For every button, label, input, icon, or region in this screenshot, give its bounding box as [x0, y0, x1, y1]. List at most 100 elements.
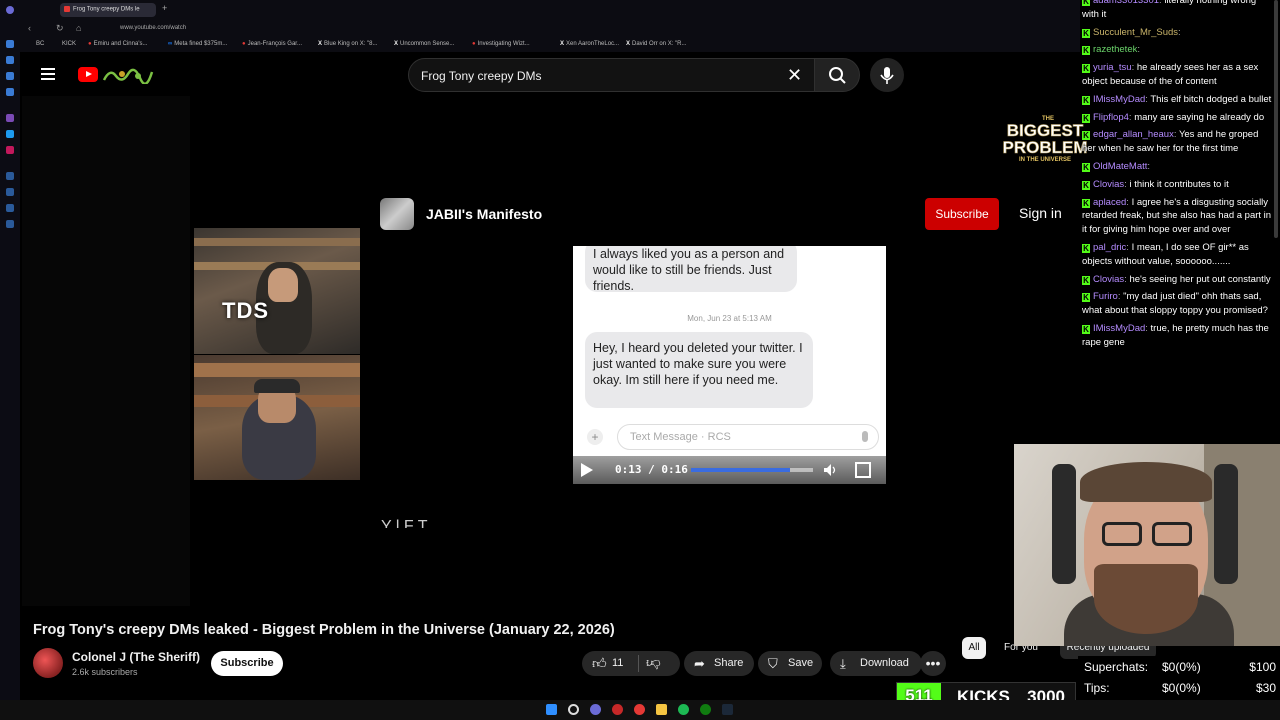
sidebar-app-icon[interactable] — [6, 130, 14, 138]
chat-username[interactable]: edgar_allan_heaux — [1093, 129, 1174, 140]
steam-icon[interactable] — [722, 704, 733, 715]
sidebar-app-icon[interactable] — [6, 220, 14, 228]
chat-username[interactable]: IMissMyDad — [1093, 94, 1145, 105]
chat-username[interactable]: Clovias — [1093, 274, 1124, 285]
app-icon[interactable] — [634, 704, 645, 715]
sidebar-app-icon[interactable] — [6, 56, 14, 64]
channel-avatar[interactable] — [33, 648, 63, 678]
kick-badge-icon: K — [1082, 275, 1090, 285]
tab-active[interactable]: Frog Tony creepy DMs le — [60, 3, 156, 17]
sidebar-app-icon[interactable] — [6, 146, 14, 154]
bookmark[interactable]: X Blue King on X: "8... — [318, 41, 378, 47]
bookmark[interactable]: X Xen AaronTheLoc... — [560, 41, 619, 47]
bookmark[interactable]: ∞ Meta fined $375m... — [168, 41, 227, 47]
chat-username[interactable]: razethetek — [1093, 44, 1137, 55]
guest-webcam-1: TDS — [194, 228, 360, 354]
chat-separator: : — [1147, 160, 1151, 172]
share-button[interactable]: ➦ Share — [684, 651, 754, 676]
sidebar-app-icon[interactable] — [6, 40, 14, 48]
browser-logo-icon[interactable] — [6, 6, 14, 14]
bookmark[interactable]: X Uncommon Sense... — [394, 41, 454, 47]
back-icon[interactable]: ‹ — [28, 23, 31, 33]
glasses-left — [1102, 522, 1142, 546]
fullscreen-icon[interactable] — [855, 462, 871, 478]
goal-label: Tips: — [1084, 681, 1110, 695]
sidebar-app-icon[interactable] — [6, 88, 14, 96]
bookmark[interactable]: X David Orr on X: "R... — [626, 41, 687, 47]
bookmark[interactable]: ● Emiru and Cinna's... — [88, 41, 147, 47]
chat-username[interactable]: Clovias — [1093, 179, 1124, 190]
subscribe-button[interactable]: Subscribe — [211, 651, 283, 676]
chat-username[interactable]: pal_dric — [1093, 242, 1126, 253]
volume-icon[interactable] — [823, 463, 837, 477]
sidebar-app-icon[interactable] — [6, 188, 14, 196]
bp-logo-word: IN THE UNIVERSE — [1019, 157, 1071, 163]
chat-separator: : — [1178, 26, 1181, 38]
menu-icon[interactable] — [41, 68, 55, 80]
goal-value: $0(0%) — [1162, 681, 1201, 695]
chat-message: K Clovias: he's seeing her put out consta… — [1082, 273, 1272, 287]
url-field[interactable]: www.youtube.com/watch — [120, 25, 186, 31]
message-field: Text Message · RCS — [617, 424, 879, 450]
like-icon[interactable]: 👍︎ — [592, 651, 607, 676]
chat-username[interactable]: adam33013301 — [1093, 0, 1159, 6]
bookmark[interactable]: ● Investigating Wizt... — [472, 41, 530, 47]
text-message-screenshot: I always liked you as a person and would… — [573, 246, 886, 484]
download-button[interactable]: ⤓ Download — [830, 651, 922, 676]
more-actions-button[interactable]: ••• — [920, 651, 946, 676]
chat-username[interactable]: yuria_tsu — [1093, 62, 1132, 73]
sidebar-app-icon[interactable] — [6, 172, 14, 180]
chat-username[interactable]: Succulent_Mr_Suds — [1093, 27, 1178, 38]
clear-search-icon[interactable]: ✕ — [787, 65, 802, 86]
embed-channel-avatar[interactable] — [380, 198, 414, 230]
file-explorer-icon[interactable] — [656, 704, 667, 715]
chat-scrollbar[interactable] — [1274, 0, 1278, 238]
tab-title: Frog Tony creepy DMs le — [73, 6, 140, 13]
chat-username[interactable]: IMissMyDad — [1093, 323, 1145, 334]
chat-message: K IMissMyDad: true, he pretty much has th… — [1082, 322, 1272, 350]
search-input[interactable]: Frog Tony creepy DMs ✕ — [408, 58, 834, 92]
chat-username[interactable]: Flipflop4 — [1093, 112, 1129, 123]
chat-message: K IMissMyDad: This elf bitch dodged a bul… — [1082, 93, 1272, 107]
dislike-icon[interactable]: 👍︎ — [646, 651, 661, 676]
new-tab-icon[interactable]: + — [162, 3, 167, 13]
embed-sign-in[interactable]: Sign in — [1019, 205, 1062, 221]
embed-channel-name[interactable]: JABII's Manifesto — [426, 206, 542, 222]
kick-badge-icon: K — [1082, 243, 1090, 253]
windows-start-icon[interactable] — [546, 704, 557, 715]
save-button[interactable]: ⛉ Save — [758, 651, 822, 676]
youtube-logo-icon[interactable] — [78, 67, 98, 82]
embed-subscribe-button[interactable]: Subscribe — [925, 198, 999, 230]
search-icon[interactable] — [568, 704, 579, 715]
sidebar-app-icon[interactable] — [6, 114, 14, 122]
bookmark[interactable]: ● Jean-François Gar... — [242, 41, 302, 47]
bp-logo-word: PROBLEM — [1003, 138, 1088, 157]
spotify-icon[interactable] — [678, 704, 689, 715]
voice-search-button[interactable] — [870, 58, 904, 92]
chip-all[interactable]: All — [962, 637, 986, 659]
chat-username[interactable]: aplaced — [1093, 197, 1126, 208]
sidebar-app-icon[interactable] — [6, 72, 14, 80]
chat-username[interactable]: Furiro — [1093, 291, 1118, 302]
chat-text: he's seeing her put out constantly — [1129, 273, 1271, 285]
message-placeholder: Text Message · RCS — [630, 431, 731, 443]
app-icon[interactable] — [612, 704, 623, 715]
home-icon[interactable]: ⌂ — [76, 23, 81, 33]
doodle-logo-icon[interactable] — [102, 66, 154, 84]
bookmark[interactable]: BC — [36, 41, 44, 47]
tds-label: TDS — [222, 298, 269, 323]
bookmark[interactable]: KICK — [62, 41, 76, 47]
play-icon[interactable] — [581, 463, 593, 477]
sidebar-app-icon[interactable] — [6, 204, 14, 212]
progress-bar[interactable] — [691, 468, 813, 472]
kick-badge-icon: K — [1082, 0, 1090, 6]
xbox-icon[interactable] — [700, 704, 711, 715]
chat-username[interactable]: OldMateMatt — [1093, 161, 1147, 172]
like-count[interactable]: 11 — [612, 651, 623, 676]
search-button[interactable] — [814, 58, 860, 92]
goal-label: Superchats: — [1084, 660, 1149, 674]
browser-icon[interactable] — [590, 704, 601, 715]
reload-icon[interactable]: ↻ — [56, 23, 64, 34]
chat-message: Kyuria_tsu: he already sees her as a sex… — [1082, 61, 1272, 89]
channel-name[interactable]: Colonel J (The Sheriff) — [72, 650, 200, 664]
